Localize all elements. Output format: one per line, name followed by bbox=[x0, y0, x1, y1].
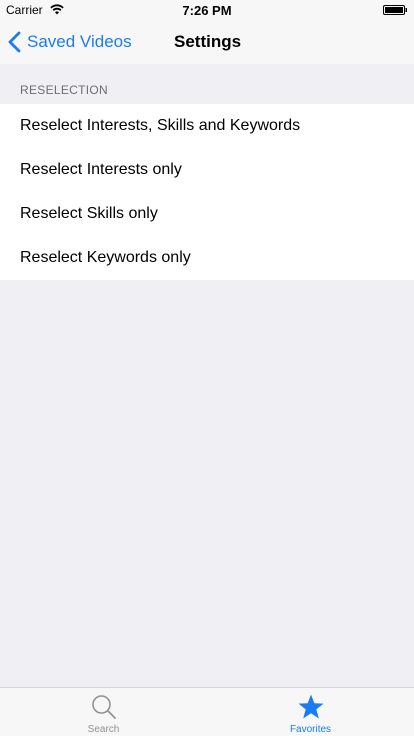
status-bar: Carrier 7:26 PM bbox=[0, 0, 414, 20]
battery-icon bbox=[383, 5, 407, 15]
section-header-label: RESELECTION bbox=[20, 83, 108, 97]
chevron-left-icon bbox=[8, 31, 21, 53]
section-header: RESELECTION bbox=[0, 64, 414, 104]
tab-search[interactable]: Search bbox=[0, 688, 207, 736]
back-button[interactable]: Saved Videos bbox=[8, 20, 132, 64]
reselect-skills-item[interactable]: Reselect Skills only bbox=[0, 192, 414, 236]
reselect-all-item[interactable]: Reselect Interests, Skills and Keywords bbox=[0, 104, 414, 148]
tab-bar: Search Favorites bbox=[0, 687, 414, 736]
back-button-label: Saved Videos bbox=[27, 32, 132, 51]
tab-favorites[interactable]: Favorites bbox=[207, 688, 414, 736]
tab-favorites-label: Favorites bbox=[289, 724, 332, 735]
navigation-bar: Saved Videos Settings bbox=[0, 20, 414, 64]
status-time: 7:26 PM bbox=[182, 3, 232, 18]
settings-screen: Carrier 7:26 PM Saved Videos Settings RE… bbox=[0, 0, 414, 736]
search-icon bbox=[91, 695, 116, 719]
reselect-keywords-item[interactable]: Reselect Keywords only bbox=[0, 236, 414, 280]
star-icon bbox=[298, 694, 323, 719]
page-title: Settings bbox=[174, 32, 242, 51]
reselect-interests-item[interactable]: Reselect Interests only bbox=[0, 148, 414, 192]
reselection-list: Reselect Interests, Skills and Keywords … bbox=[0, 104, 414, 280]
tab-search-label: Search bbox=[87, 724, 120, 735]
